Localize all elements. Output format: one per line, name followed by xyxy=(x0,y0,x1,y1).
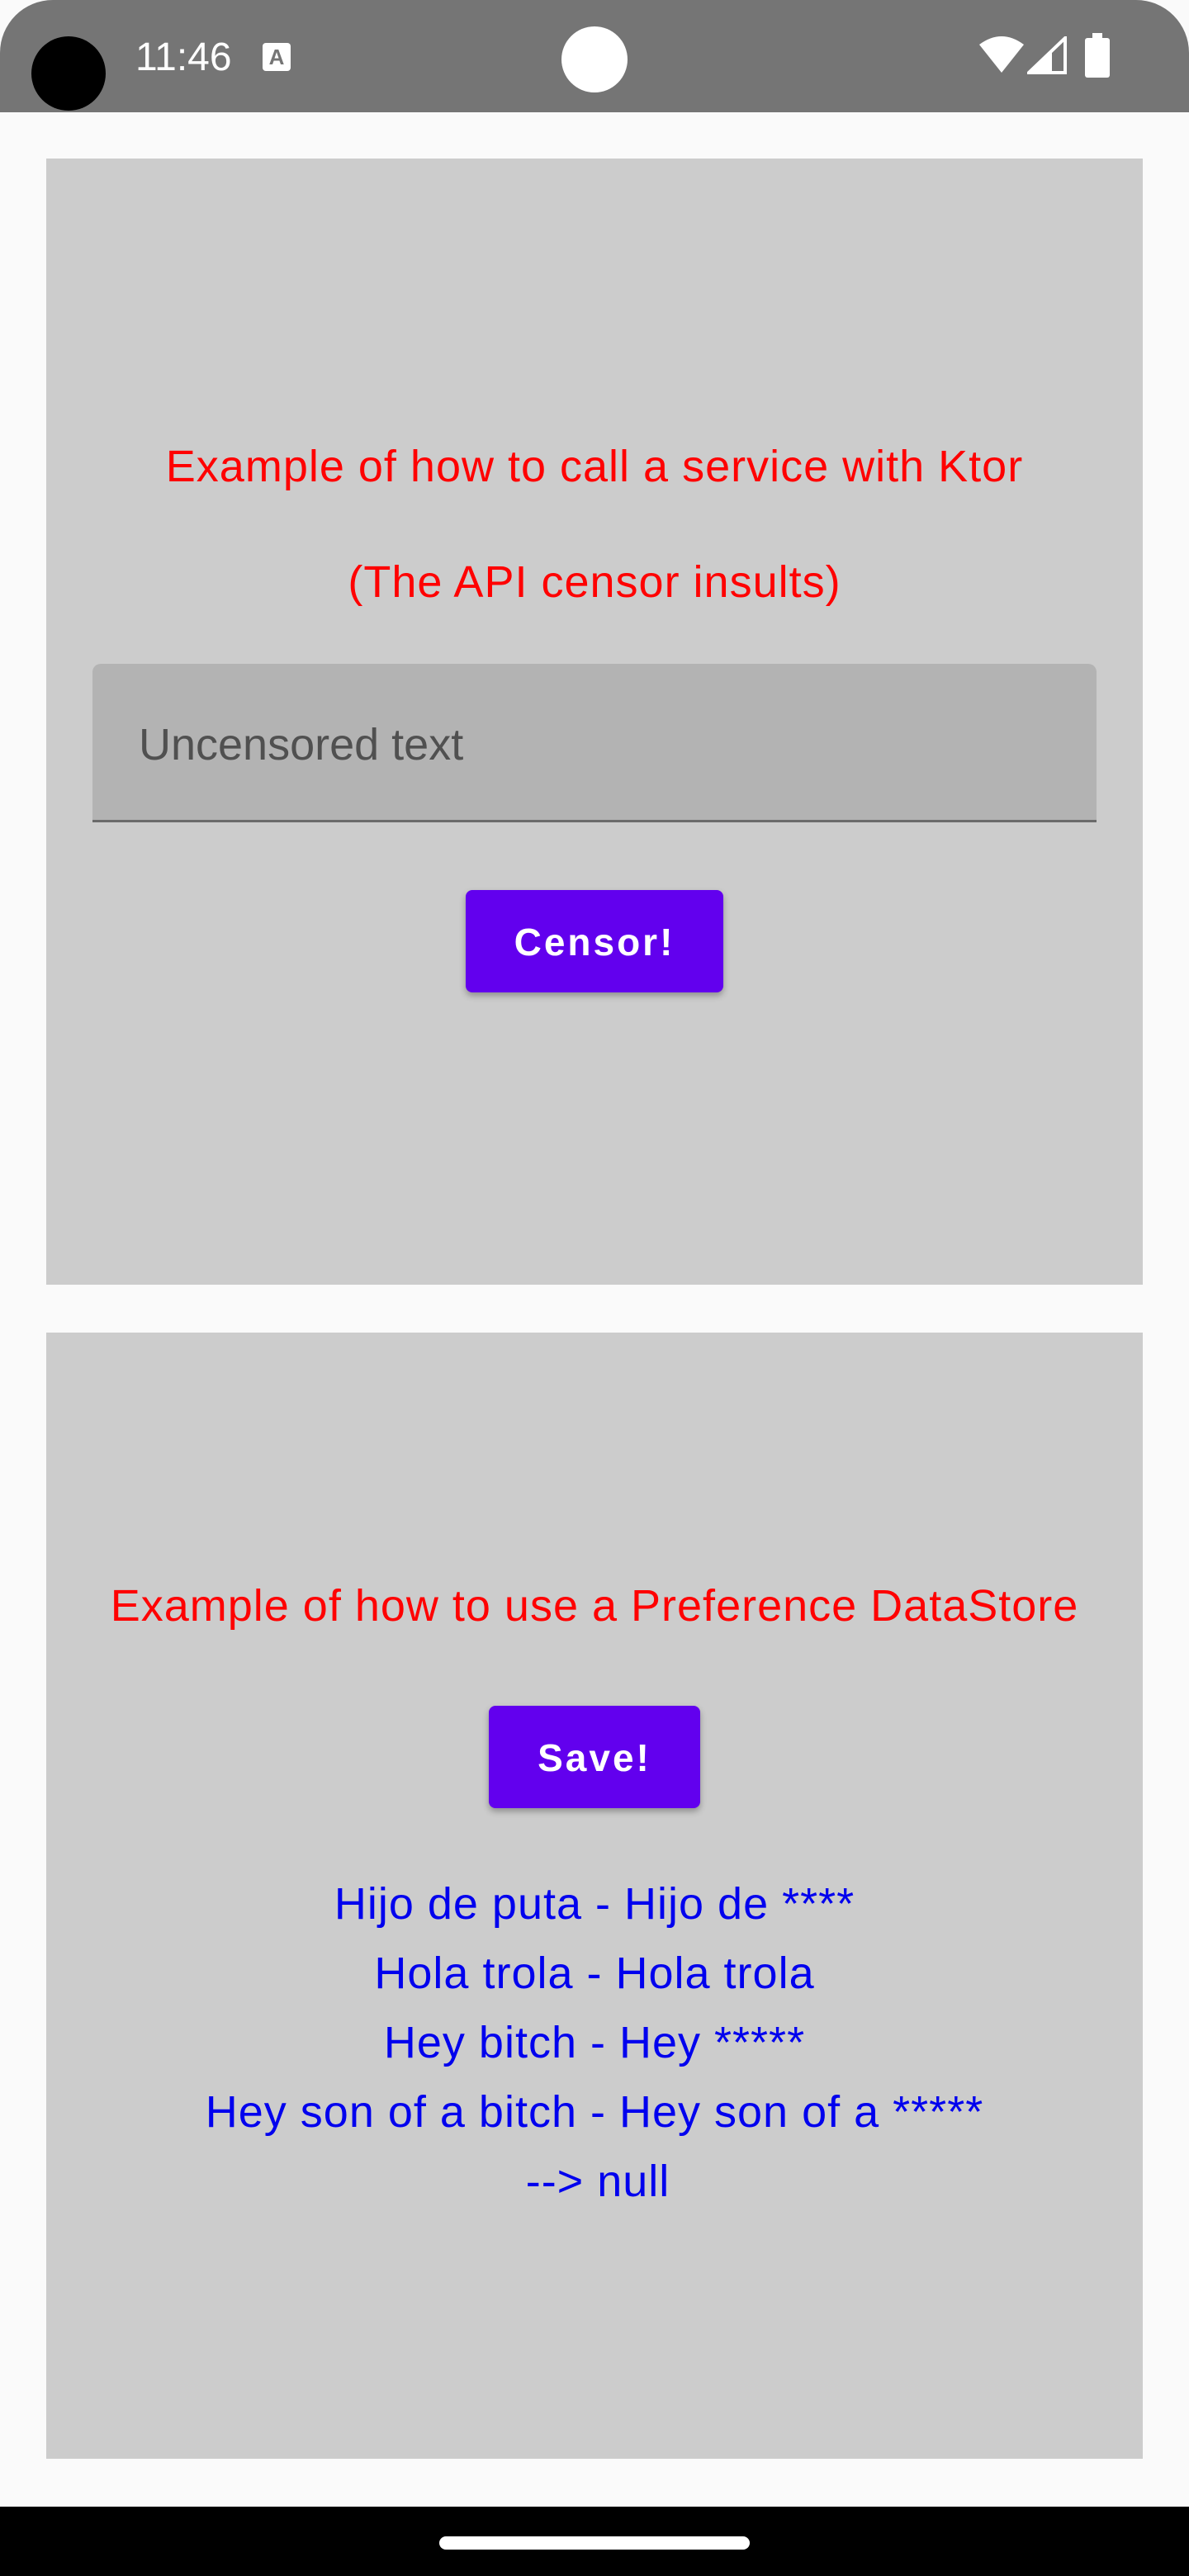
wifi-icon xyxy=(979,36,1024,73)
list-item: Hijo de puta - Hijo de **** xyxy=(334,1879,855,1929)
cellular-signal-icon xyxy=(1027,36,1067,74)
center-indicator xyxy=(561,26,628,92)
list-item: Hey son of a bitch - Hey son of a ***** xyxy=(205,2087,984,2137)
uncensored-text-field[interactable] xyxy=(92,664,1097,822)
list-item: Hola trola - Hola trola xyxy=(374,1949,815,1998)
list-item: --> null xyxy=(525,2157,670,2206)
datastore-card-title: Example of how to use a Preference DataS… xyxy=(110,1581,1079,1631)
datastore-card: Example of how to use a Preference DataS… xyxy=(46,1333,1143,2459)
camera-cutout xyxy=(31,36,106,111)
list-item: Hey bitch - Hey ***** xyxy=(383,2018,806,2067)
status-time: 11:46 xyxy=(135,36,232,79)
navigation-bar xyxy=(0,2507,1189,2576)
uncensored-text-input[interactable] xyxy=(139,712,1047,778)
ktor-card-subtitle: (The API censor insults) xyxy=(348,557,841,607)
ktor-service-card: Example of how to call a service with Kt… xyxy=(46,159,1143,1285)
status-bar: 11:46 A xyxy=(0,0,1189,112)
battery-icon xyxy=(1085,33,1110,78)
save-button[interactable]: Save! xyxy=(489,1706,700,1808)
censored-results-list: Hijo de puta - Hijo de **** Hola trola -… xyxy=(46,1869,1143,2216)
ktor-card-title: Example of how to call a service with Kt… xyxy=(165,442,1024,491)
translate-icon: A xyxy=(263,43,291,71)
censor-button[interactable]: Censor! xyxy=(466,890,723,992)
home-gesture-handle[interactable] xyxy=(439,2536,750,2550)
